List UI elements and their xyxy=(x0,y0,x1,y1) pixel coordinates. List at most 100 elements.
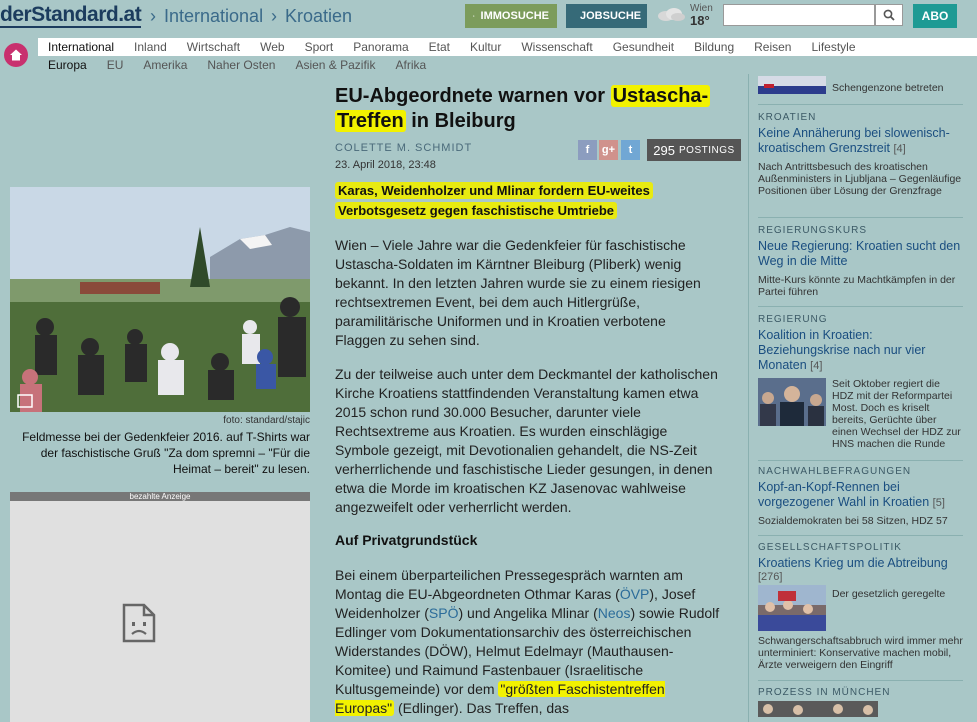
article-paragraph: Wien – Viele Jahre war die Gedenkfeier f… xyxy=(335,237,701,348)
nav-panorama[interactable]: Panorama xyxy=(343,38,418,56)
subnav-europa[interactable]: Europa xyxy=(38,56,97,74)
cloud-icon xyxy=(658,8,685,21)
breadcrumb-kroatien[interactable]: Kroatien xyxy=(285,6,352,27)
sidebar-item-gesellschaftspolitik[interactable]: GESELLSCHAFTSPOLITIK Kroatiens Krieg um … xyxy=(758,542,963,677)
sidebar-kicker: REGIERUNGSKURS xyxy=(758,225,868,236)
nav-international[interactable]: International xyxy=(38,38,124,56)
photo-credit: foto: standard/stajic xyxy=(223,415,310,426)
nav-web[interactable]: Web xyxy=(250,38,294,56)
subnav-eu[interactable]: EU xyxy=(97,56,134,74)
nav-lifestyle[interactable]: Lifestyle xyxy=(801,38,865,56)
sidebar-title: Koalition in Kroatien: Beziehungskrise n… xyxy=(758,328,926,372)
breadcrumb-separator: › xyxy=(150,6,156,26)
sidebar-teaser-start: Der gesetzlich geregelte xyxy=(832,588,946,600)
article-author[interactable]: COLETTE M. SCHMIDT xyxy=(335,142,472,154)
sidebar-teaser: Nach Antrittsbesuch des kroatischen Auße… xyxy=(758,161,962,197)
sidebar-item-top-partial[interactable]: Schengenzone betreten xyxy=(758,76,963,94)
subnav-afrika[interactable]: Afrika xyxy=(385,56,436,74)
link-oevp[interactable]: ÖVP xyxy=(620,586,650,602)
headline-part: EU-Abgeordnete warnen vor xyxy=(335,85,611,107)
sidebar-item-regierungskurs[interactable]: REGIERUNGSKURS Neue Regierung: Kroatien … xyxy=(758,225,963,298)
sidebar-headline[interactable]: Keine Annäherung bei slowenisch-kroatisc… xyxy=(758,126,963,157)
sidebar-count: [5] xyxy=(932,497,945,509)
nav-sport[interactable]: Sport xyxy=(295,38,344,56)
share-facebook-button[interactable]: f xyxy=(578,140,597,160)
nav-bildung[interactable]: Bildung xyxy=(684,38,744,56)
sidebar-count: [276] xyxy=(758,571,783,583)
house-icon xyxy=(473,15,475,17)
weather-temperature: 18° xyxy=(690,13,710,28)
sidebar-teaser: Seit Oktober regiert die HDZ mit der Ref… xyxy=(832,378,961,450)
headline-part: in Bleiburg xyxy=(405,110,516,132)
immosuche-label: IMMOSUCHE xyxy=(480,10,549,22)
googleplus-icon: g+ xyxy=(601,144,616,156)
sidebar-separator xyxy=(758,104,963,105)
facebook-icon: f xyxy=(585,144,590,156)
sidebar-item-prozess[interactable]: PROZESS IN MÜNCHEN xyxy=(758,687,963,717)
nav-wissenschaft[interactable]: Wissenschaft xyxy=(511,38,602,56)
postings-count: 295 xyxy=(653,142,675,158)
sidebar-item-nachwahlbefragungen[interactable]: NACHWAHLBEFRAGUNGEN Kopf-an-Kopf-Rennen … xyxy=(758,466,963,527)
sidebar-title: Kopf-an-Kopf-Rennen bei vorgezogener Wah… xyxy=(758,480,930,509)
sidebar-kicker: NACHWAHLBEFRAGUNGEN xyxy=(758,466,912,477)
home-icon[interactable] xyxy=(4,43,28,67)
immosuche-button[interactable]: IMMOSUCHE xyxy=(465,4,557,28)
ad-box[interactable] xyxy=(10,492,310,722)
sidebar-kicker: GESELLSCHAFTSPOLITIK xyxy=(758,542,902,553)
sidebar-headline[interactable]: Kopf-an-Kopf-Rennen bei vorgezogener Wah… xyxy=(758,480,963,511)
article-date: 23. April 2018, 23:48 xyxy=(335,159,436,171)
postings-label: POSTINGS xyxy=(679,144,735,156)
paragraph-text: (Edlinger). Das Treffen, das xyxy=(394,700,569,716)
nav-kultur[interactable]: Kultur xyxy=(460,38,511,56)
sidebar-separator xyxy=(758,217,963,218)
column-divider xyxy=(748,74,749,722)
article-headline: EU-Abgeordnete warnen vor Ustascha- Treff… xyxy=(335,84,735,134)
sidebar-item-regierung[interactable]: REGIERUNG Koalition in Kroatien: Beziehu… xyxy=(758,314,963,450)
article-paragraph: Bei einem überparteilichen Pressegespräc… xyxy=(335,566,720,718)
postings-button[interactable]: 295 POSTINGS xyxy=(647,139,741,161)
search-icon xyxy=(883,9,895,21)
subnav-asien-pazifik[interactable]: Asien & Pazifik xyxy=(285,56,385,74)
site-logo[interactable]: derStandard.at xyxy=(0,4,142,28)
sidebar-count: [4] xyxy=(893,143,906,155)
nav-gesundheit[interactable]: Gesundheit xyxy=(603,38,684,56)
subnav-amerika[interactable]: Amerika xyxy=(133,56,197,74)
crowd-photo-illustration xyxy=(10,187,310,412)
sidebar-headline[interactable]: Kroatiens Krieg um die Abtreibung xyxy=(758,556,963,571)
share-twitter-button[interactable]: t xyxy=(621,140,640,160)
sidebar-teaser: Mitte-Kurs könnte zu Machtkämpfen in der… xyxy=(758,274,956,298)
house-icon xyxy=(10,49,22,61)
sidebar-title: Neue Regierung: Kroatien sucht den Weg i… xyxy=(758,239,961,268)
nav-reisen[interactable]: Reisen xyxy=(744,38,801,56)
primary-nav: International Inland Wirtschaft Web Spor… xyxy=(38,38,977,56)
sidebar-headline[interactable]: Koalition in Kroatien: Beziehungskrise n… xyxy=(758,328,963,374)
jobsuche-button[interactable]: JOBSUCHE xyxy=(566,4,647,28)
article-photo[interactable] xyxy=(10,187,310,412)
link-spoe[interactable]: SPÖ xyxy=(429,605,459,621)
sidebar-teaser: Sozialdemokraten bei 58 Sitzen, HDZ 57 xyxy=(758,515,948,527)
secondary-nav: Europa EU Amerika Naher Osten Asien & Pa… xyxy=(38,56,977,74)
sidebar-thumbnail xyxy=(758,701,878,717)
sad-page-icon xyxy=(122,603,156,643)
nav-wirtschaft[interactable]: Wirtschaft xyxy=(177,38,250,56)
nav-etat[interactable]: Etat xyxy=(419,38,460,56)
abo-button[interactable]: ABO xyxy=(913,4,957,28)
sidebar-item-kroatien[interactable]: KROATIEN Keine Annäherung bei slowenisch… xyxy=(758,112,963,197)
sidebar-separator xyxy=(758,680,963,681)
search-input[interactable] xyxy=(723,4,875,26)
sidebar-title: Keine Annäherung bei slowenisch-kroatisc… xyxy=(758,126,950,155)
sidebar-thumbnail xyxy=(758,585,826,631)
sidebar-teaser: Schwangerschaftsabbruch wird immer mehr … xyxy=(758,635,963,671)
sidebar-thumbnail xyxy=(758,76,826,94)
twitter-icon: t xyxy=(628,144,633,156)
nav-inland[interactable]: Inland xyxy=(124,38,177,56)
article-subheading: Auf Privatgrundstück xyxy=(335,532,478,548)
subnav-naher-osten[interactable]: Naher Osten xyxy=(197,56,285,74)
search-button[interactable] xyxy=(875,4,903,26)
link-neos[interactable]: Neos xyxy=(598,605,631,621)
sidebar-headline[interactable]: Neue Regierung: Kroatien sucht den Weg i… xyxy=(758,239,963,270)
jobsuche-label: JOBSUCHE xyxy=(580,10,642,22)
breadcrumb-international[interactable]: International xyxy=(164,6,263,27)
share-googleplus-button[interactable]: g+ xyxy=(599,140,618,160)
sidebar-text: Schengenzone betreten xyxy=(832,82,944,94)
